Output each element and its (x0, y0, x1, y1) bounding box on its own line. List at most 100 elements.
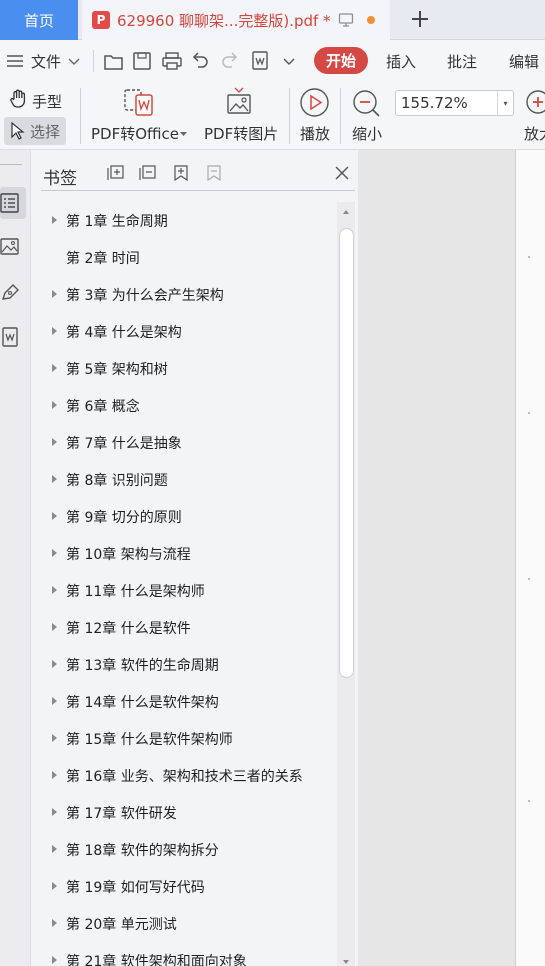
expand-caret-icon[interactable] (52, 327, 57, 335)
bookmark-item[interactable]: 第 5章 架构和树 (31, 350, 336, 387)
side-rail (0, 150, 31, 966)
bookmark-item[interactable]: 第 7章 什么是抽象 (31, 424, 336, 461)
redo-icon[interactable] (220, 51, 240, 71)
pdf-file-icon: P (92, 11, 110, 29)
expand-caret-icon[interactable] (52, 956, 57, 964)
collapse-all-icon[interactable] (139, 164, 157, 182)
scrollbar-thumb[interactable] (339, 228, 354, 678)
expand-caret-icon[interactable] (52, 734, 57, 742)
select-tool-button[interactable]: 选择 (4, 117, 66, 145)
chevron-down-icon[interactable] (180, 132, 187, 137)
chevron-down-icon[interactable] (68, 56, 80, 66)
zoom-in-button[interactable]: 放大 (524, 123, 545, 144)
expand-caret-icon[interactable] (52, 919, 57, 927)
zoom-out-button[interactable]: 缩小 (352, 123, 382, 144)
pdf-to-office-button[interactable]: PDF转Office (91, 123, 179, 144)
expand-caret-icon[interactable] (52, 586, 57, 594)
bookmark-item[interactable]: 第 21章 软件架构和面向对象 (31, 942, 336, 966)
bookmark-item-label: 第 6章 概念 (66, 398, 140, 415)
bookmark-item[interactable]: 第 1章 生命周期 (31, 202, 336, 239)
expand-caret-icon[interactable] (52, 438, 57, 446)
tab-comment[interactable]: 批注 (447, 40, 477, 82)
expand-caret-icon[interactable] (52, 882, 57, 890)
zoom-level-value: 155.72% (401, 94, 468, 112)
bookmark-panel-header: 书签 (31, 150, 358, 195)
bookmark-item[interactable]: 第 17章 软件研发 (31, 794, 336, 831)
bookmark-item[interactable]: 第 20章 单元测试 (31, 905, 336, 942)
hand-tool-button[interactable]: 手型 (32, 91, 62, 112)
play-button[interactable]: 播放 (300, 123, 330, 144)
expand-caret-icon[interactable] (52, 401, 57, 409)
expand-caret-icon[interactable] (52, 364, 57, 372)
rail-bookmarks-button[interactable] (0, 187, 26, 219)
document-view[interactable] (358, 150, 545, 966)
thumbnail-icon[interactable] (0, 236, 22, 258)
bookmark-item[interactable]: 第 16章 业务、架构和技术三者的关系 (31, 757, 336, 794)
bookmark-item[interactable]: 第 8章 识别问题 (31, 461, 336, 498)
bookmark-item[interactable]: 第 3章 为什么会产生架构 (31, 276, 336, 313)
expand-caret-icon[interactable] (52, 623, 57, 631)
open-folder-icon[interactable] (103, 50, 125, 72)
expand-caret-icon[interactable] (52, 512, 57, 520)
bookmark-settings-icon[interactable] (205, 164, 223, 182)
expand-caret-icon[interactable] (52, 475, 57, 483)
tab-home[interactable]: 首页 (0, 0, 78, 40)
signature-pen-icon[interactable] (0, 281, 22, 303)
bookmark-item-label: 第 12章 什么是软件 (66, 620, 191, 637)
export-pdf-icon[interactable] (249, 50, 271, 72)
expand-caret-icon[interactable] (52, 845, 57, 853)
bookmark-item[interactable]: 第 18章 软件的架构拆分 (31, 831, 336, 868)
scroll-down-icon[interactable] (343, 960, 349, 964)
bookmark-item-label: 第 15章 什么是软件架构师 (66, 731, 233, 748)
hamburger-icon[interactable] (6, 53, 24, 69)
print-icon[interactable] (161, 50, 183, 72)
bookmark-item[interactable]: 第 15章 什么是软件架构师 (31, 720, 336, 757)
bookmark-panel-title: 书签 (43, 169, 77, 189)
expand-caret-icon[interactable] (52, 660, 57, 668)
expand-caret-icon[interactable] (52, 549, 57, 557)
expand-caret-icon[interactable] (52, 290, 57, 298)
scroll-up-icon[interactable] (343, 210, 349, 214)
bookmark-item[interactable]: 第 2章 时间 (31, 239, 336, 276)
tab-edit[interactable]: 编辑 (509, 40, 539, 82)
page-mark (528, 256, 530, 258)
expand-caret-icon[interactable] (52, 216, 57, 224)
zoom-dropdown-icon[interactable]: ▾ (497, 91, 513, 115)
bookmark-item-label: 第 11章 什么是架构师 (66, 583, 205, 600)
document-tab-title: 629960 聊聊架...完整版).pdf * (117, 11, 331, 30)
export-icon[interactable] (0, 326, 22, 348)
bookmark-item[interactable]: 第 9章 切分的原则 (31, 498, 336, 535)
expand-caret-icon[interactable] (52, 697, 57, 705)
expand-caret-icon[interactable] (52, 808, 57, 816)
close-icon[interactable] (333, 164, 351, 182)
tab-insert[interactable]: 插入 (386, 40, 416, 82)
menu-file[interactable]: 文件 (31, 40, 61, 82)
zoom-level-field[interactable]: 155.72% ▾ (395, 90, 514, 116)
bookmark-item[interactable]: 第 12章 什么是软件 (31, 609, 336, 646)
add-bookmark-icon[interactable] (172, 164, 190, 182)
undo-icon[interactable] (190, 51, 210, 71)
save-icon[interactable] (132, 50, 152, 72)
tab-start[interactable]: 开始 (314, 47, 368, 74)
bookmark-item[interactable]: 第 6章 概念 (31, 387, 336, 424)
expand-caret-icon[interactable] (52, 771, 57, 779)
new-tab-icon[interactable] (408, 7, 432, 31)
more-chevron-icon[interactable] (283, 56, 295, 66)
zoom-in-icon (526, 90, 545, 114)
expand-all-icon[interactable] (107, 164, 125, 182)
cursor-icon (11, 121, 25, 140)
monitor-icon[interactable] (338, 12, 354, 28)
bookmark-item[interactable]: 第 13章 软件的生命周期 (31, 646, 336, 683)
pdf-to-image-button[interactable]: PDF转图片 (204, 123, 278, 144)
bookmark-item[interactable]: 第 11章 什么是架构师 (31, 572, 336, 609)
bookmark-item-label: 第 2章 时间 (66, 250, 140, 267)
bookmark-item-label: 第 16章 业务、架构和技术三者的关系 (66, 768, 303, 785)
bookmark-item-label: 第 3章 为什么会产生架构 (66, 287, 224, 304)
bookmark-item[interactable]: 第 10章 架构与流程 (31, 535, 336, 572)
bookmark-item[interactable]: 第 19章 如何写好代码 (31, 868, 336, 905)
ribbon-toolbar: 手型 选择 PDF转Office PDF转图片 播放 缩小 155.72% ▾ (0, 82, 545, 150)
page-mark (528, 800, 530, 802)
bookmark-item[interactable]: 第 4章 什么是架构 (31, 313, 336, 350)
bookmark-item[interactable]: 第 14章 什么是软件架构 (31, 683, 336, 720)
zoom-out-icon (353, 90, 380, 117)
